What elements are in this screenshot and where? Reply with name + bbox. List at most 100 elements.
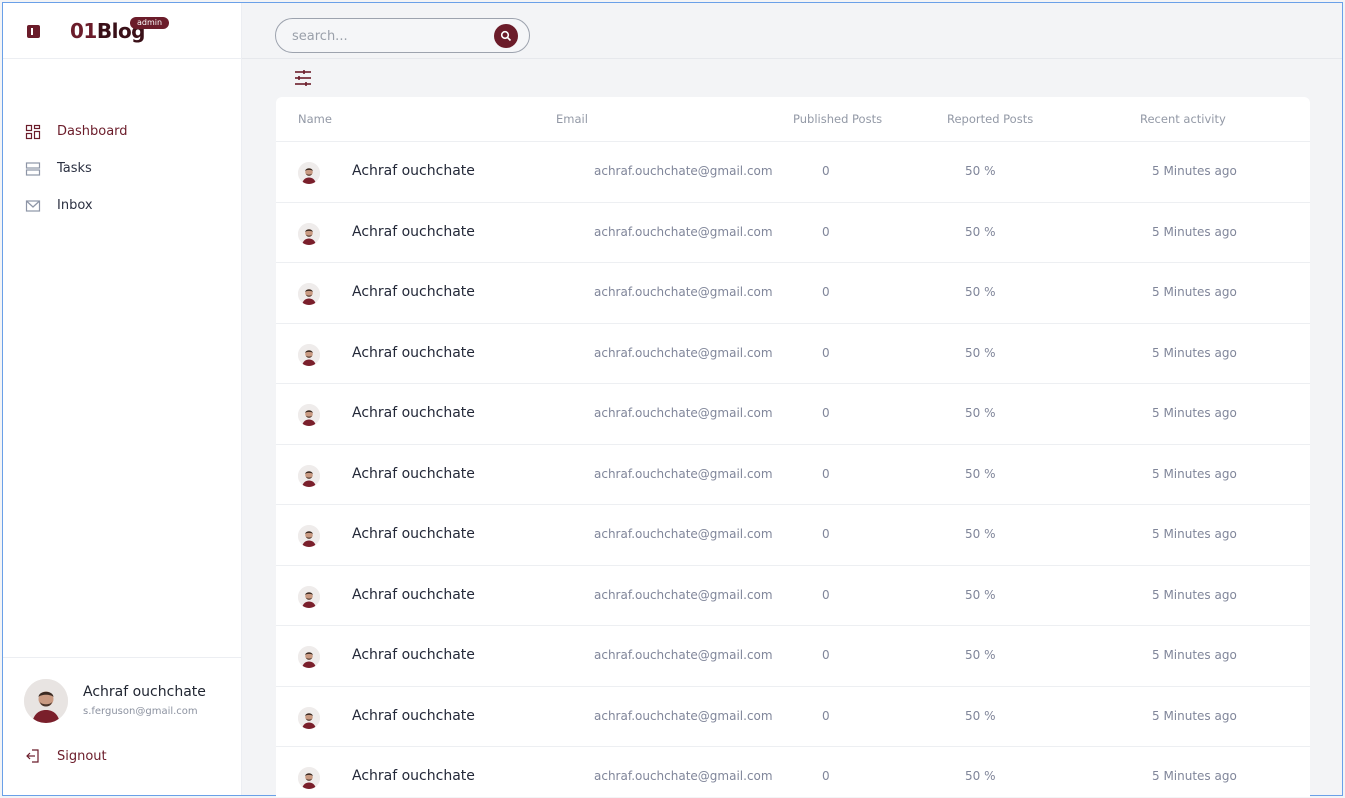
table-row[interactable]: Achraf ouchchate achraf.ouchchate@gmail.c… [276,505,1310,566]
cell-recent-activity: 5 Minutes ago [1152,164,1237,178]
sidebar: 01Blog admin Dashboard Tasks Inbox Achra… [3,3,242,795]
cell-name: Achraf ouchchate [352,647,475,663]
dashboard-icon [25,124,41,139]
cell-email: achraf.ouchchate@gmail.com [594,769,773,783]
cell-recent-activity: 5 Minutes ago [1152,527,1237,541]
user-avatar-icon [298,706,320,729]
menu-toggle-icon[interactable] [27,25,40,38]
cell-recent-activity: 5 Minutes ago [1152,345,1237,360]
sidebar-item-label: Dashboard [57,124,128,139]
cell-reported-posts: 50 % [965,587,996,602]
table-row[interactable]: Achraf ouchchate achraf.ouchchate@gmail.c… [276,263,1310,324]
cell-name: Achraf ouchchate [352,344,475,361]
search-bar [275,18,530,53]
avatar[interactable] [298,464,320,487]
table-row[interactable]: Achraf ouchchate achraf.ouchchate@gmail.c… [276,566,1310,626]
cell-name: Achraf ouchchate [352,223,475,240]
sidebar-item-tasks[interactable]: Tasks [3,150,242,187]
table-header: Name Email Published Posts Reported Post… [276,97,1310,142]
avatar[interactable] [24,679,68,723]
cell-reported-posts: 50 % [965,406,996,420]
cell-email: achraf.ouchchate@gmail.com [594,648,773,662]
user-avatar-icon [298,283,320,305]
cell-published-posts: 0 [822,466,830,481]
cell-published-posts: 0 [822,769,830,783]
avatar[interactable] [298,404,320,426]
signout-label: Signout [57,748,107,764]
cell-email: achraf.ouchchate@gmail.com [594,224,773,239]
cell-recent-activity: 5 Minutes ago [1152,406,1237,420]
col-header-email[interactable]: Email [556,112,588,126]
user-avatar-icon [298,404,320,426]
table-row[interactable]: Achraf ouchchate achraf.ouchchate@gmail.c… [276,142,1310,203]
cell-email: achraf.ouchchate@gmail.com [594,587,773,602]
cell-reported-posts: 50 % [965,224,996,239]
avatar[interactable] [298,706,320,729]
cell-reported-posts: 50 % [965,345,996,360]
topbar [242,3,1342,59]
cell-recent-activity: 5 Minutes ago [1152,285,1237,299]
sidebar-item-dashboard[interactable]: Dashboard [3,113,242,150]
cell-published-posts: 0 [822,708,830,723]
user-avatar-icon [298,767,320,789]
table-row[interactable]: Achraf ouchchate achraf.ouchchate@gmail.c… [276,445,1310,505]
avatar[interactable] [298,646,320,668]
cell-reported-posts: 50 % [965,285,996,299]
cell-reported-posts: 50 % [965,708,996,723]
cell-recent-activity: 5 Minutes ago [1152,466,1237,481]
avatar[interactable] [298,343,320,366]
cell-name: Achraf ouchchate [352,526,475,542]
user-avatar-icon [298,162,320,184]
cell-name: Achraf ouchchate [352,586,475,603]
cell-recent-activity: 5 Minutes ago [1152,587,1237,602]
col-header-published[interactable]: Published Posts [793,112,882,126]
sidebar-nav: Dashboard Tasks Inbox [3,113,242,224]
cell-name: Achraf ouchchate [352,405,475,421]
avatar[interactable] [298,767,320,789]
avatar[interactable] [298,162,320,184]
users-table: Name Email Published Posts Reported Post… [276,97,1310,797]
cell-published-posts: 0 [822,406,830,420]
search-input[interactable] [292,26,482,46]
sliders-icon [295,70,311,86]
avatar[interactable] [298,585,320,608]
signout-button[interactable]: Signout [25,748,107,764]
cell-email: achraf.ouchchate@gmail.com [594,708,773,723]
cell-recent-activity: 5 Minutes ago [1152,648,1237,662]
table-row[interactable]: Achraf ouchchate achraf.ouchchate@gmail.c… [276,626,1310,687]
cell-published-posts: 0 [822,164,830,178]
cell-email: achraf.ouchchate@gmail.com [594,527,773,541]
cell-published-posts: 0 [822,345,830,360]
cell-reported-posts: 50 % [965,648,996,662]
cell-email: achraf.ouchchate@gmail.com [594,345,773,360]
cell-published-posts: 0 [822,224,830,239]
cell-published-posts: 0 [822,527,830,541]
cell-name: Achraf ouchchate [352,284,475,300]
avatar[interactable] [298,222,320,245]
table-row[interactable]: Achraf ouchchate achraf.ouchchate@gmail.c… [276,687,1310,747]
filter-button[interactable] [293,68,313,88]
cell-email: achraf.ouchchate@gmail.com [594,466,773,481]
user-avatar-icon [24,679,68,723]
search-button[interactable] [494,24,518,48]
table-row[interactable]: Achraf ouchchate achraf.ouchchate@gmail.c… [276,203,1310,263]
col-header-reported[interactable]: Reported Posts [947,112,1033,126]
cell-published-posts: 0 [822,648,830,662]
table-row[interactable]: Achraf ouchchate achraf.ouchchate@gmail.c… [276,747,1310,797]
avatar[interactable] [298,283,320,305]
brand-header: 01Blog admin [3,3,241,59]
table-body: Achraf ouchchate achraf.ouchchate@gmail.c… [276,142,1310,797]
table-row[interactable]: Achraf ouchchate achraf.ouchchate@gmail.c… [276,384,1310,445]
user-name: Achraf ouchchate [83,684,206,700]
col-header-activity[interactable]: Recent activity [1140,112,1226,126]
user-card: Achraf ouchchate s.ferguson@gmail.com Si… [3,657,242,795]
cell-email: achraf.ouchchate@gmail.com [594,406,773,420]
signout-icon [26,749,39,763]
cell-reported-posts: 50 % [965,769,996,783]
col-header-name[interactable]: Name [298,112,332,126]
table-row[interactable]: Achraf ouchchate achraf.ouchchate@gmail.c… [276,324,1310,384]
cell-email: achraf.ouchchate@gmail.com [594,164,773,178]
cell-published-posts: 0 [822,285,830,299]
sidebar-item-inbox[interactable]: Inbox [3,187,242,224]
avatar[interactable] [298,525,320,547]
